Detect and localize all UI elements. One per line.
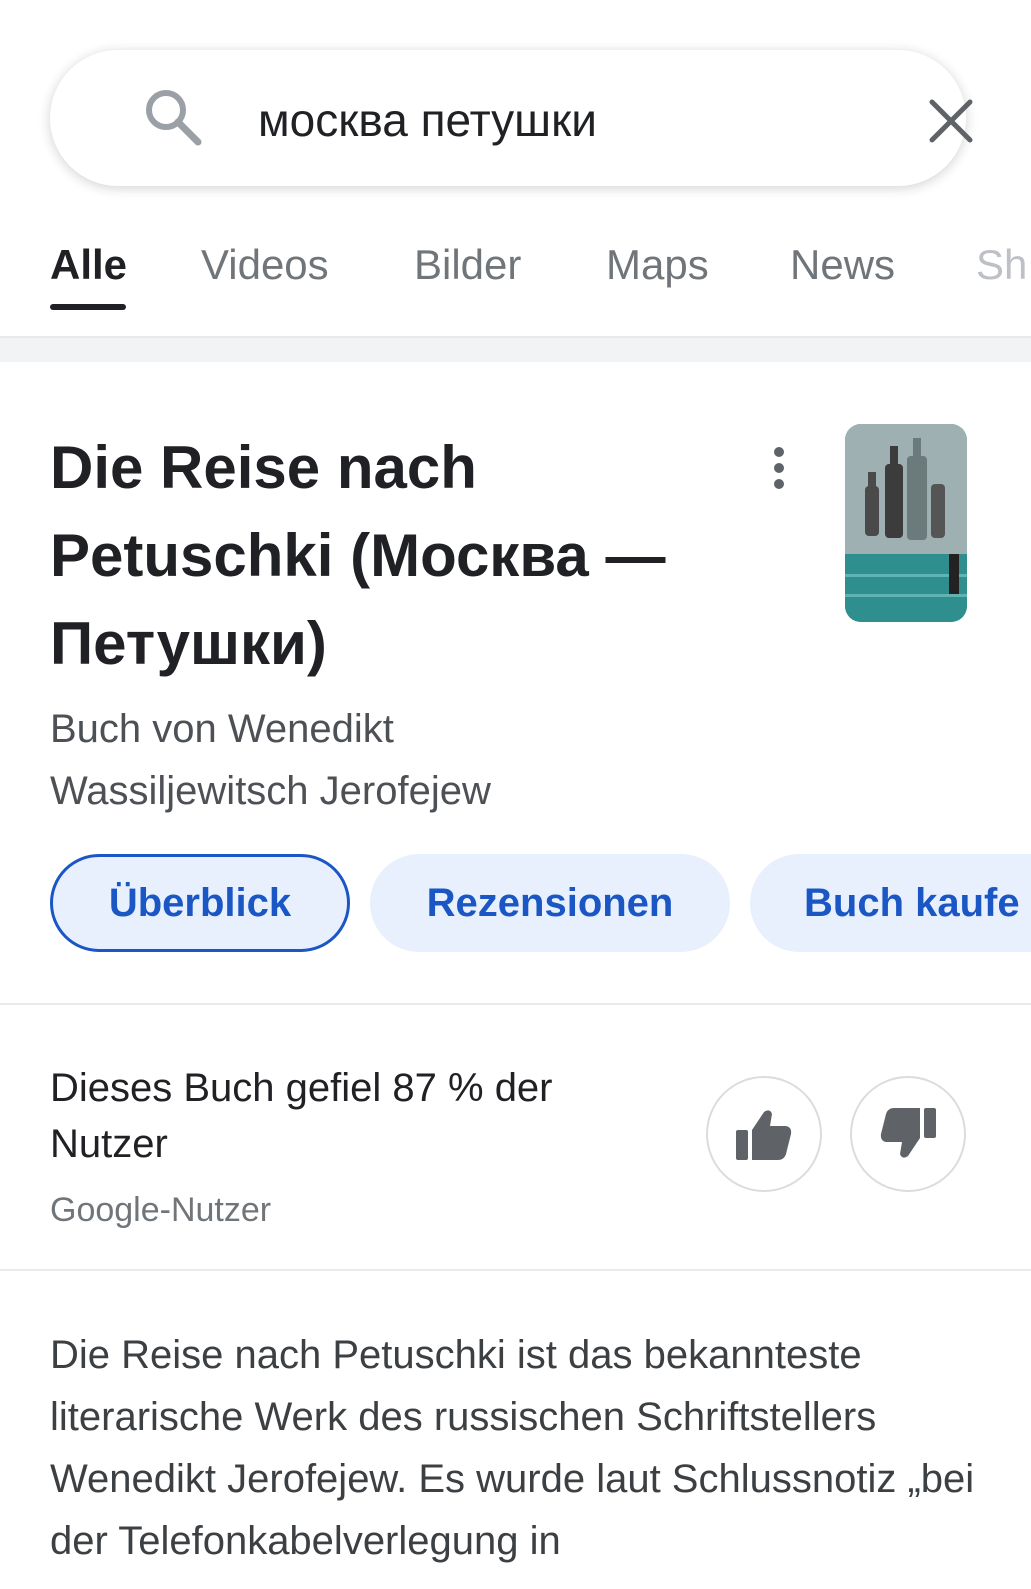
thumbs-up-icon [736, 1110, 792, 1160]
chip-overview[interactable]: Überblick [50, 854, 350, 952]
close-icon[interactable] [924, 94, 978, 148]
active-tab-indicator [50, 304, 126, 310]
knowledge-panel-title: Die Reise nach Petuschki (Москва — Петуш… [50, 434, 666, 677]
section-divider [0, 1003, 1031, 1005]
tabs-divider [0, 336, 1031, 362]
tab-videos[interactable]: Videos [201, 240, 329, 290]
dislike-button[interactable] [850, 1076, 966, 1192]
more-options-icon[interactable] [766, 446, 792, 490]
chip-buy-book[interactable]: Buch kaufe [750, 854, 1031, 952]
tab-bilder[interactable]: Bilder [414, 240, 521, 290]
search-input[interactable]: москва петушки [258, 94, 597, 146]
book-description: Die Reise nach Petuschki ist das bekannt… [50, 1333, 975, 1563]
rating-text: Dieses Buch gefiel 87 % der Nutzer [50, 1066, 553, 1166]
tab-news[interactable]: News [790, 240, 895, 290]
knowledge-panel-subtitle: Buch von Wenedikt Wassiljewitsch Jerofej… [50, 707, 491, 813]
chip-reviews[interactable]: Rezensionen [370, 854, 730, 952]
search-tabs: Alle Videos Bilder Maps News Sh [0, 228, 1031, 328]
search-results-page: москва петушки Alle Videos Bilder Maps N… [0, 0, 1031, 1589]
tab-alle[interactable]: Alle [50, 240, 127, 290]
section-divider [0, 1269, 1031, 1271]
book-cover-image[interactable] [845, 424, 967, 622]
tab-maps[interactable]: Maps [606, 240, 709, 290]
tab-shopping[interactable]: Sh [976, 240, 1027, 290]
thumbs-down-icon [880, 1108, 936, 1158]
rating-source: Google-Nutzer [50, 1191, 272, 1229]
like-button[interactable] [706, 1076, 822, 1192]
search-icon[interactable] [142, 86, 204, 148]
search-bar[interactable]: москва петушки [50, 50, 973, 186]
